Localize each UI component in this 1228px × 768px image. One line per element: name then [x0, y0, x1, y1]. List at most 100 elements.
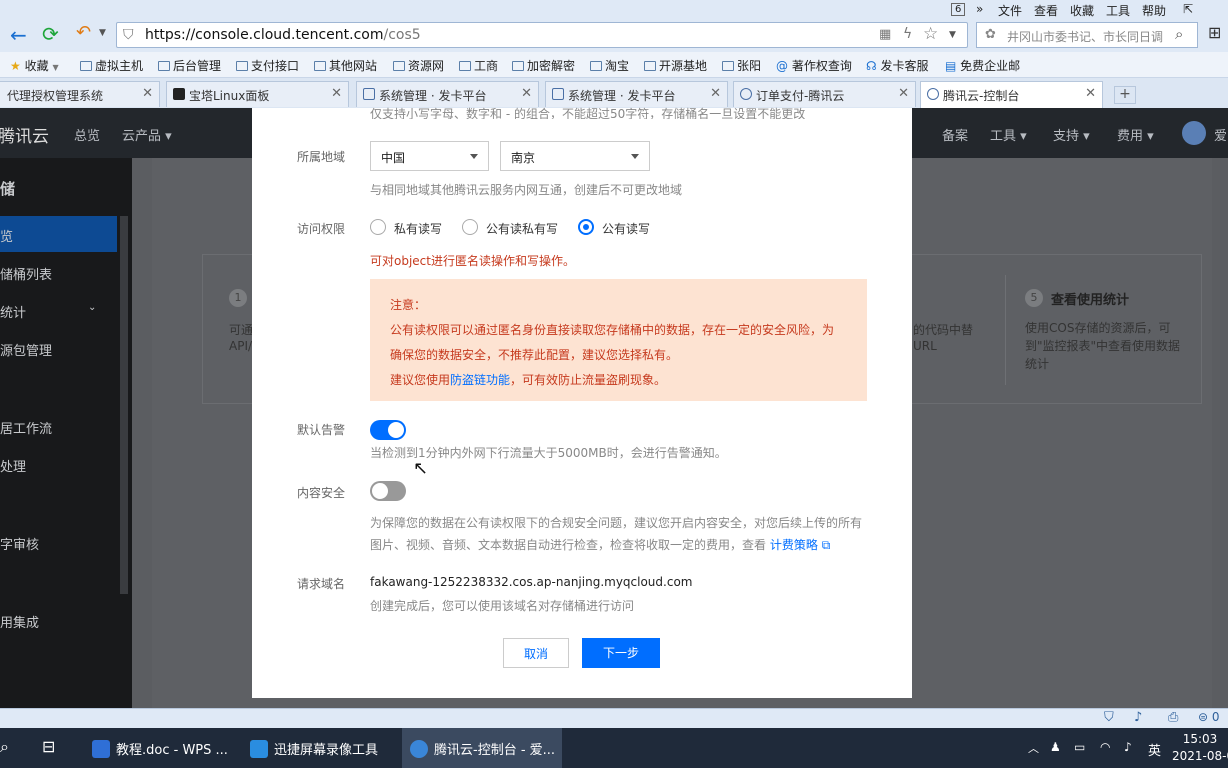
nav-icp[interactable]: 备案: [942, 125, 968, 144]
console-sidebar: 储 览 储桶列表 统计 ⌄ 源包管理 居工作流 处理 字审核 用集成: [0, 158, 132, 708]
taskbar-item-recorder[interactable]: 迅捷屏幕录像工具: [242, 728, 392, 768]
close-icon[interactable]: ✕: [710, 86, 721, 101]
close-icon[interactable]: ✕: [898, 86, 909, 101]
shield-icon[interactable]: ⛉: [1104, 710, 1114, 725]
radio-circle[interactable]: [462, 219, 478, 235]
star-icon[interactable]: ☆: [923, 24, 938, 44]
menu-view[interactable]: 查看: [1034, 2, 1058, 19]
search-input[interactable]: 井冈山市委书记、市长同日调: [1007, 28, 1167, 45]
sidebar-scrollbar[interactable]: [120, 216, 128, 594]
task-view-icon[interactable]: ⊟: [42, 728, 55, 768]
region-city-select[interactable]: 南京: [500, 141, 650, 171]
tab-console[interactable]: 腾讯云-控制台 ✕: [920, 81, 1103, 108]
bookmark-item[interactable]: 资源网: [393, 57, 444, 74]
close-icon[interactable]: ✕: [142, 86, 153, 101]
taskbar-item-wps[interactable]: 教程.doc - WPS ...: [84, 728, 234, 768]
bookmark-item[interactable]: 加密解密: [512, 57, 575, 74]
print-icon[interactable]: ⎙: [1168, 710, 1178, 725]
domain-value: fakawang-1252238332.cos.ap-nanjing.myqcl…: [370, 575, 693, 589]
nav-support[interactable]: 支持 ▾: [1053, 125, 1090, 144]
back-icon[interactable]: ←: [10, 23, 27, 47]
sidebar-item-stats[interactable]: 统计: [0, 302, 26, 321]
menu-help[interactable]: 帮助: [1142, 2, 1166, 19]
address-dropdown-icon[interactable]: ▼: [949, 30, 956, 40]
sidebar-item-overview[interactable]: 览: [0, 226, 13, 245]
tray-app-icon[interactable]: ♟: [1050, 728, 1061, 768]
bookmark-item[interactable]: 工商: [459, 57, 498, 74]
chevron-right-icon[interactable]: »: [976, 2, 983, 16]
bookmark-item[interactable]: ☊ 发卡客服: [866, 57, 929, 74]
folder-icon: [80, 61, 92, 71]
hotlink-protection-link[interactable]: 防盗链功能: [450, 373, 510, 387]
alarm-toggle[interactable]: [370, 420, 406, 440]
battery-icon[interactable]: ▭: [1074, 728, 1085, 768]
speaker-icon[interactable]: ♪: [1134, 710, 1142, 725]
tab-system-2[interactable]: 系统管理 · 发卡平台 ✕: [545, 81, 728, 107]
brand-logo[interactable]: 腾讯云: [0, 122, 49, 147]
downloads-status[interactable]: ⊜ 0: [1198, 710, 1220, 724]
address-bar[interactable]: ⛉ https://console.cloud.tencent.com/cos5…: [116, 22, 968, 48]
bookmark-favorites[interactable]: ★ 收藏 ▼: [10, 57, 59, 74]
tab-baota[interactable]: 宝塔Linux面板 ✕: [166, 81, 349, 107]
pricing-link[interactable]: 计费策略 ⧉: [770, 538, 830, 552]
bookmark-item[interactable]: ▤ 免费企业邮: [945, 57, 1020, 74]
bookmark-item[interactable]: 后台管理: [158, 57, 221, 74]
bookmark-item[interactable]: 张阳: [722, 57, 761, 74]
nav-billing[interactable]: 费用 ▾: [1117, 125, 1154, 144]
menu-file[interactable]: 文件: [998, 2, 1022, 19]
close-icon[interactable]: ✕: [521, 86, 532, 101]
bookmark-item[interactable]: 淘宝: [590, 57, 629, 74]
folder-icon: [512, 61, 524, 71]
nav-products[interactable]: 云产品 ▾: [122, 125, 172, 144]
sidebar-item-integration[interactable]: 用集成: [0, 612, 39, 631]
region-country-select[interactable]: 中国: [370, 141, 489, 171]
wifi-icon[interactable]: ◠: [1100, 728, 1110, 768]
close-icon[interactable]: ✕: [1085, 86, 1096, 101]
notice-line: 确保您的数据安全，不推荐此配置，建议您选择私有。: [390, 348, 679, 362]
cancel-button[interactable]: 取消: [503, 638, 569, 668]
sidebar-item-buckets[interactable]: 储桶列表: [0, 264, 52, 283]
radio-circle[interactable]: [370, 219, 386, 235]
search-icon[interactable]: ⌕: [1175, 25, 1183, 43]
nav-overview[interactable]: 总览: [74, 125, 100, 144]
volume-icon[interactable]: ♪: [1124, 728, 1132, 768]
avatar[interactable]: [1182, 121, 1206, 145]
content-security-label: 内容安全: [297, 486, 346, 500]
chevron-down-icon[interactable]: ▼: [99, 28, 106, 38]
bookmark-item[interactable]: 开源基地: [644, 57, 707, 74]
grid-icon[interactable]: ⊞: [1208, 23, 1221, 42]
tab-system-1[interactable]: 系统管理 · 发卡平台 ✕: [356, 81, 539, 107]
clock[interactable]: 15:03 2021-08-0: [1172, 728, 1228, 768]
next-step-button[interactable]: 下一步: [582, 638, 660, 668]
content-security-toggle[interactable]: [370, 481, 406, 501]
bookmark-item[interactable]: 虚拟主机: [80, 57, 143, 74]
new-tab-button[interactable]: +: [1114, 86, 1136, 104]
sidebar-item-packages[interactable]: 源包管理: [0, 340, 52, 359]
bookmark-item[interactable]: 支付接口: [236, 57, 299, 74]
user-name[interactable]: 爱: [1214, 125, 1227, 144]
tab-order-pay[interactable]: 订单支付-腾讯云 ✕: [733, 81, 916, 107]
sidebar-item-processing[interactable]: 处理: [0, 456, 26, 475]
access-label: 访问权限: [297, 222, 346, 236]
bookmark-item[interactable]: @ 著作权查询: [776, 57, 852, 74]
ime-indicator[interactable]: 英: [1148, 728, 1161, 768]
radio-circle-selected[interactable]: [578, 219, 594, 235]
tray-chevron-icon[interactable]: ︿: [1028, 728, 1039, 768]
bolt-icon[interactable]: ϟ: [903, 26, 912, 42]
bookmark-item[interactable]: 其他网站: [314, 57, 377, 74]
menu-favorites[interactable]: 收藏: [1070, 2, 1094, 19]
taskbar-item-browser[interactable]: 腾讯云-控制台 - 爱...: [402, 728, 562, 768]
undo-icon[interactable]: ↶: [76, 22, 91, 43]
refresh-icon[interactable]: ⟳: [42, 22, 59, 46]
tab-count-badge[interactable]: 6: [951, 3, 966, 16]
sidebar-item-review[interactable]: 字审核: [0, 534, 39, 553]
menu-tools[interactable]: 工具: [1106, 2, 1130, 19]
restore-icon[interactable]: ⇱: [1183, 2, 1193, 16]
tab-agent[interactable]: 代理授权管理系统 ✕: [0, 81, 160, 107]
nav-tools[interactable]: 工具 ▾: [990, 125, 1027, 144]
search-box[interactable]: ✿ 井冈山市委书记、市长同日调 ⌕: [976, 22, 1198, 48]
sidebar-item-workflow[interactable]: 居工作流: [0, 418, 52, 437]
qr-icon[interactable]: ▦: [879, 27, 891, 42]
close-icon[interactable]: ✕: [331, 86, 342, 101]
search-icon[interactable]: ⌕: [0, 728, 9, 768]
